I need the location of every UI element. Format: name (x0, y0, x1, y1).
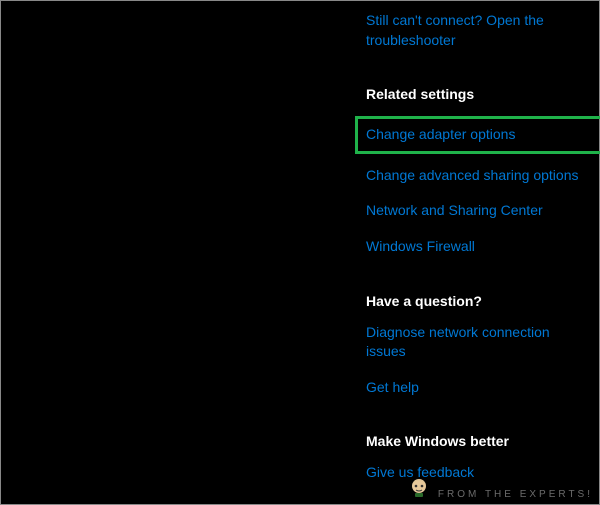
network-sharing-center-link[interactable]: Network and Sharing Center (366, 201, 586, 221)
settings-right-panel: Still can't connect? Open the troublesho… (366, 11, 586, 483)
make-windows-better-section: Make Windows better Give us feedback (366, 433, 586, 483)
change-adapter-options-link[interactable]: Change adapter options (366, 125, 595, 145)
highlight-box: Change adapter options (355, 116, 600, 154)
troubleshooter-link[interactable]: Still can't connect? Open the troublesho… (366, 11, 586, 50)
question-links: Diagnose network connection issues Get h… (366, 323, 586, 398)
watermark-text: FROM THE EXPERTS! (438, 489, 593, 500)
diagnose-issues-link[interactable]: Diagnose network connection issues (366, 323, 586, 362)
related-settings-links: Change adapter options Change advanced s… (366, 116, 586, 256)
have-a-question-heading: Have a question? (366, 293, 586, 309)
related-settings-section: Related settings Change adapter options … (366, 86, 586, 256)
give-feedback-link[interactable]: Give us feedback (366, 463, 586, 483)
advanced-sharing-link[interactable]: Change advanced sharing options (366, 166, 586, 186)
related-settings-heading: Related settings (366, 86, 586, 102)
get-help-link[interactable]: Get help (366, 378, 586, 398)
have-a-question-section: Have a question? Diagnose network connec… (366, 293, 586, 398)
windows-firewall-link[interactable]: Windows Firewall (366, 237, 586, 257)
feedback-links: Give us feedback (366, 463, 586, 483)
make-windows-better-heading: Make Windows better (366, 433, 586, 449)
